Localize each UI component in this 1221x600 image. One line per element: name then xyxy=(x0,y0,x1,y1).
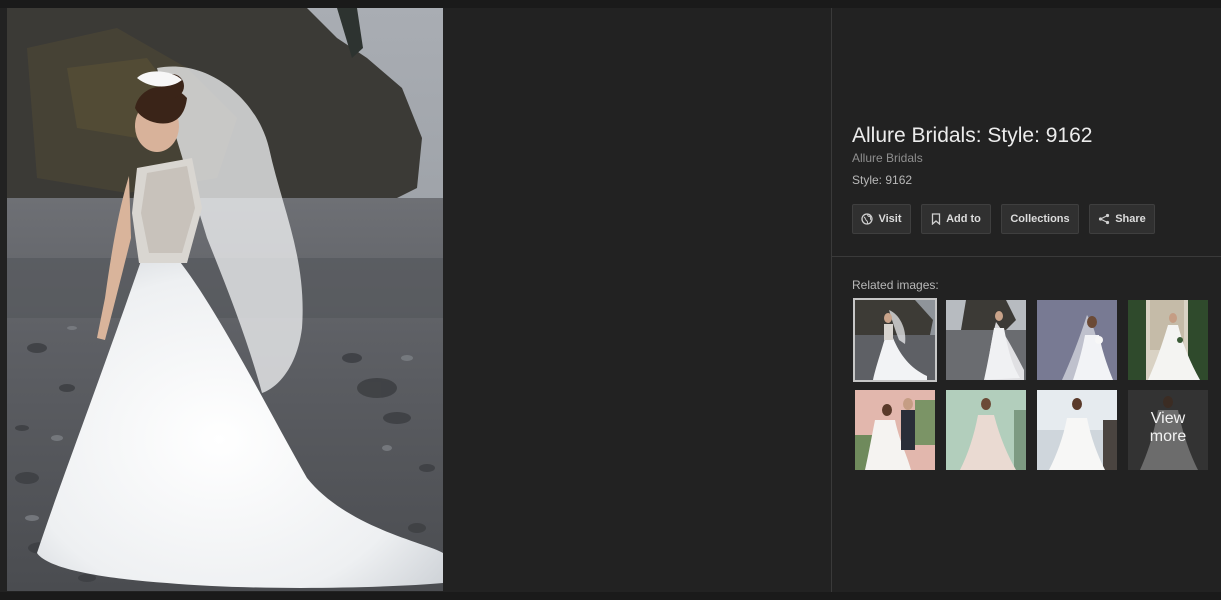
related-images-label: Related images: xyxy=(852,278,939,292)
main-image[interactable] xyxy=(7,8,443,591)
view-more-button[interactable]: View more xyxy=(1128,390,1208,470)
bookmark-icon xyxy=(931,213,941,225)
collections-button[interactable]: Collections xyxy=(1001,204,1079,234)
image-description: Style: 9162 xyxy=(852,173,913,187)
view-more-label: View more xyxy=(1149,410,1187,445)
related-thumbnail[interactable] xyxy=(1037,390,1117,470)
related-thumbnail[interactable] xyxy=(853,298,937,382)
related-thumbnail[interactable] xyxy=(1128,300,1208,380)
related-thumbnail[interactable] xyxy=(855,390,935,470)
top-bar xyxy=(0,0,1221,8)
add-to-button[interactable]: Add to xyxy=(921,204,991,234)
visit-label: Visit xyxy=(878,213,902,225)
share-label: Share xyxy=(1115,213,1146,225)
section-divider xyxy=(832,256,1221,257)
related-thumbnail[interactable] xyxy=(1037,300,1117,380)
related-thumbnail[interactable] xyxy=(946,300,1026,380)
globe-icon xyxy=(861,213,874,225)
visit-button[interactable]: Visit xyxy=(852,204,911,234)
share-button[interactable]: Share xyxy=(1089,204,1155,234)
bottom-bar xyxy=(0,592,1221,600)
share-icon xyxy=(1098,213,1110,225)
related-thumbnail[interactable] xyxy=(946,390,1026,470)
image-source[interactable]: Allure Bridals xyxy=(852,151,923,165)
panel-divider xyxy=(831,8,832,592)
add-to-label: Add to xyxy=(946,213,981,225)
image-title: Allure Bridals: Style: 9162 xyxy=(852,124,1093,147)
collections-label: Collections xyxy=(1010,213,1070,225)
